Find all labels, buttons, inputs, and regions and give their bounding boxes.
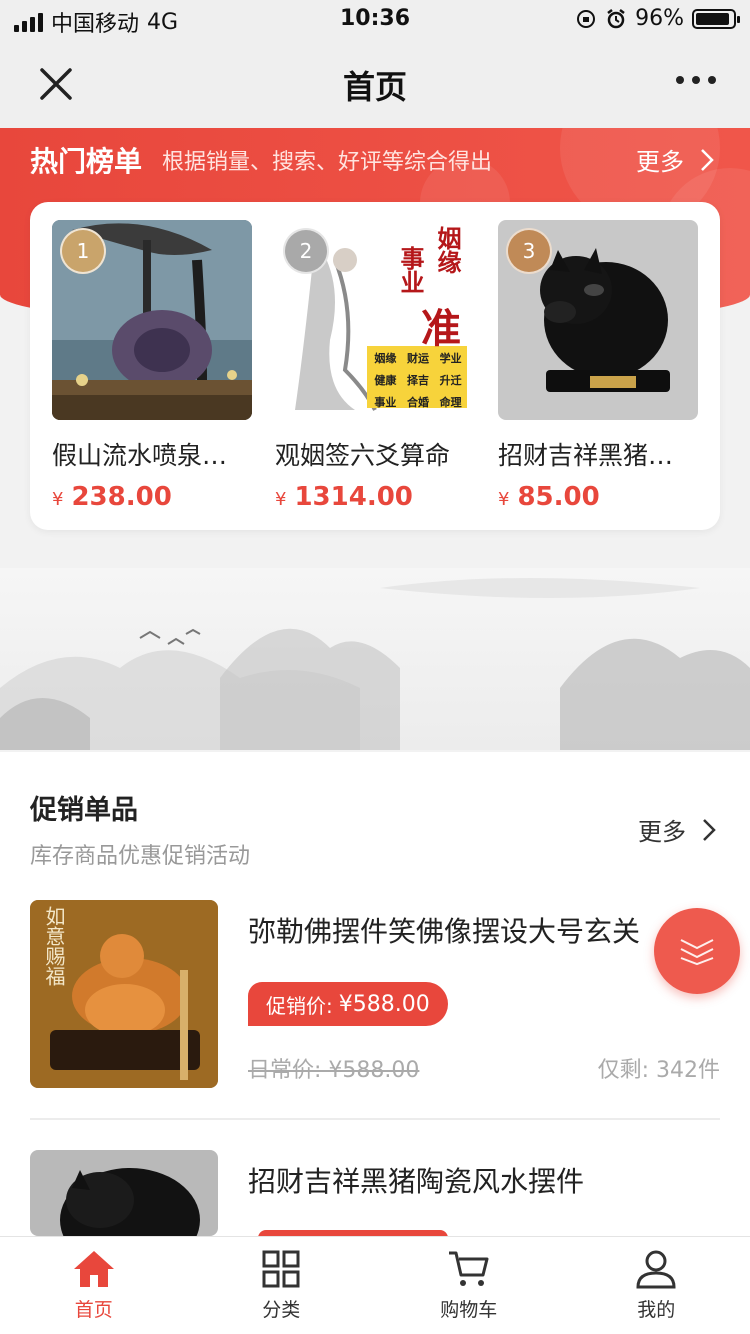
tab-label: 分类: [262, 1299, 301, 1321]
orientation-lock-icon: [577, 9, 596, 28]
rank-badge: 1: [60, 228, 106, 274]
promo-item-name: 招财吉祥黑猪陶瓷风水摆件: [248, 1165, 585, 1198]
product-image-fountain[interactable]: 1: [52, 220, 252, 420]
user-icon: [636, 1250, 676, 1289]
promo-item[interactable]: 如意赐福 弥勒佛摆件笑佛像摆设大号玄关 促销价: ¥588.00 日常价: ¥5…: [30, 900, 720, 1100]
tab-label: 我的: [637, 1299, 676, 1321]
landscape-banner: [0, 568, 750, 750]
hot-more-label: 更多: [636, 148, 684, 176]
hot-item[interactable]: 3 招财吉祥黑猪陶瓷 ¥85.00: [498, 220, 698, 512]
buddha-image-text: 如意赐福: [42, 906, 66, 986]
promo-price-value: ¥588.00: [338, 991, 430, 1017]
product-image-buddha[interactable]: 如意赐福: [30, 900, 218, 1088]
hot-item-price: ¥85.00: [498, 482, 600, 512]
battery-icon: [692, 8, 740, 29]
promo-section-subtitle: 库存商品优惠促销活动: [30, 844, 251, 869]
page-title: 首页: [342, 68, 407, 106]
scroll-down-button[interactable]: [654, 908, 740, 994]
status-bar: 中国移动 4G 10:36 96%: [0, 0, 750, 40]
tab-cart[interactable]: 购物车: [375, 1237, 563, 1334]
hot-section-title: 热门榜单: [30, 145, 143, 178]
hot-item-name: 假山流水喷泉摆件: [52, 441, 242, 470]
grid-icon: [262, 1250, 300, 1288]
hot-more-link[interactable]: 更多: [636, 142, 714, 177]
navbar: 首页: [0, 40, 750, 128]
poster-grid: 姻缘 财运 学业 健康 择吉 升迁 事业 合婚 命理: [374, 352, 462, 409]
double-chevron-down-icon: [680, 939, 714, 966]
promo-price-badge: 促销价: ¥588.00: [248, 982, 448, 1026]
cart-icon: [448, 1251, 489, 1286]
hot-item-price: ¥1314.00: [275, 482, 413, 512]
tab-label: 购物车: [440, 1299, 498, 1321]
promo-item[interactable]: 招财吉祥黑猪陶瓷风水摆件: [30, 1150, 720, 1236]
tab-label: 首页: [74, 1299, 113, 1321]
promo-item-name: 弥勒佛摆件笑佛像摆设大号玄关: [248, 915, 641, 948]
more-menu-icon[interactable]: [676, 76, 716, 84]
promo-more-link[interactable]: 更多: [638, 812, 716, 847]
hot-item-name: 招财吉祥黑猪陶瓷: [498, 441, 688, 470]
hot-item-name: 观姻签六爻算命: [275, 441, 451, 470]
product-image-black-pig-promo[interactable]: [30, 1150, 218, 1236]
tab-profile[interactable]: 我的: [563, 1237, 750, 1334]
hot-item-price: ¥238.00: [52, 482, 172, 512]
daily-price: 日常价: ¥588.00: [248, 1058, 420, 1083]
status-right: 96%: [575, 6, 740, 31]
hot-section-header: 热门榜单 根据销量、搜索、好评等综合得出 更多: [30, 140, 720, 180]
hot-section-subtitle: 根据销量、搜索、好评等综合得出: [162, 150, 493, 175]
tab-bar: 首页 分类 购物车 我的: [0, 1236, 750, 1334]
promo-more-label: 更多: [638, 818, 686, 846]
poster-text-big: 准: [421, 306, 461, 352]
chevron-right-icon: [701, 148, 714, 171]
rank-badge: 3: [506, 228, 552, 274]
rank-badge: 2: [283, 228, 329, 274]
product-image-black-pig[interactable]: 3: [498, 220, 698, 420]
home-icon: [73, 1251, 114, 1287]
battery-percent: 96%: [635, 6, 684, 31]
promo-section: 促销单品 库存商品优惠促销活动 更多 如意赐福 弥勒佛摆件笑佛像摆设大号玄关 促…: [0, 752, 750, 1236]
chevron-right-icon: [703, 818, 716, 841]
promo-price-label: 促销价:: [266, 993, 333, 1018]
promo-section-title: 促销单品: [30, 795, 138, 826]
tab-category[interactable]: 分类: [188, 1237, 376, 1334]
hot-item[interactable]: 1 假山流水喷泉摆件 ¥238.00: [52, 220, 252, 512]
stock-remaining: 仅剩: 342件: [597, 1058, 720, 1083]
alarm-icon: [607, 8, 625, 28]
poster-text-2: 事业: [396, 246, 424, 294]
tab-home[interactable]: 首页: [0, 1237, 188, 1334]
product-image-poster[interactable]: 姻缘 事业 准 姻缘 财运 学业 健康 择吉 升迁 事业 合婚 命理 2: [275, 220, 475, 420]
poster-text-1: 姻缘: [433, 226, 461, 274]
divider: [30, 1118, 720, 1120]
hot-list-card: 1 假山流水喷泉摆件 ¥238.00 姻缘 事业 准 姻缘 财运 学业 健康 择吉 升迁…: [30, 202, 720, 530]
hot-item[interactable]: 姻缘 事业 准 姻缘 财运 学业 健康 择吉 升迁 事业 合婚 命理 2 观姻签六爻算命 ¥…: [275, 220, 475, 512]
